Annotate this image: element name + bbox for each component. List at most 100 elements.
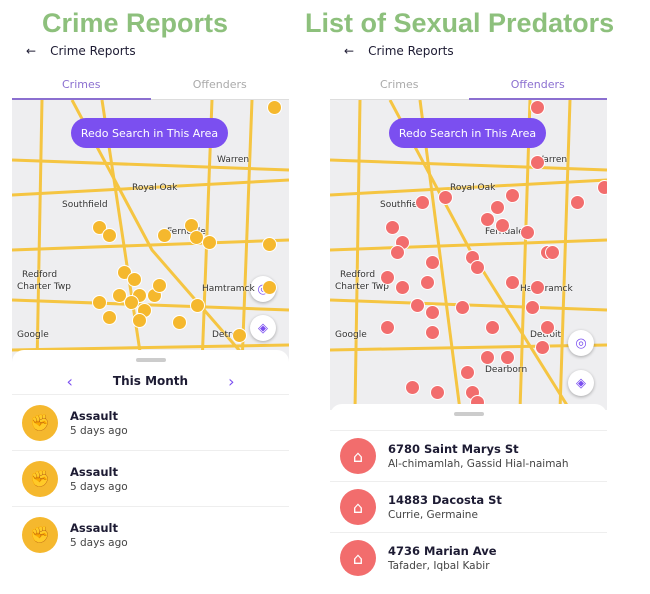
map-label: Google (17, 330, 49, 340)
offender-text: 14883 Dacosta St Currie, Germaine (388, 493, 502, 521)
offender-home-icon: ⌂ (340, 438, 376, 474)
map-marker[interactable] (485, 320, 500, 335)
map-marker[interactable] (455, 300, 470, 315)
map-marker[interactable] (525, 300, 540, 315)
map-marker[interactable] (480, 212, 495, 227)
caption-crime-reports: Crime Reports (42, 8, 229, 38)
map-marker[interactable] (405, 380, 420, 395)
assault-icon: ✊ (22, 404, 58, 441)
map-marker[interactable] (520, 225, 535, 240)
assault-icon: ✊ (22, 516, 58, 553)
back-arrow-icon[interactable]: ← (26, 44, 36, 58)
tab-crimes[interactable]: Crimes (12, 78, 151, 100)
map[interactable]: Redo Search in This Area ◎ ◈ WarrenRoyal… (12, 100, 289, 365)
map-marker[interactable] (102, 228, 117, 243)
map-marker[interactable] (530, 100, 545, 115)
map-marker[interactable] (102, 310, 117, 325)
offender-list-item[interactable]: ⌂ 14883 Dacosta St Currie, Germaine (330, 481, 607, 532)
sheet-handle[interactable] (135, 358, 166, 362)
offender-list-item[interactable]: ⌂ 4736 Marian Ave Tafader, Iqbal Kabir (330, 532, 607, 583)
crimes-screen: ← Crime Reports Crimes Offenders Redo Sear… (12, 38, 289, 594)
map-marker[interactable] (92, 295, 107, 310)
map-marker[interactable] (530, 280, 545, 295)
map-marker[interactable] (470, 260, 485, 275)
crime-time: 5 days ago (70, 424, 128, 437)
map-marker[interactable] (495, 218, 510, 233)
map-marker[interactable] (425, 255, 440, 270)
caption-sexual-predators: List of Sexual Predators (305, 8, 615, 38)
map-marker[interactable] (390, 245, 405, 260)
map-marker[interactable] (420, 275, 435, 290)
map-marker[interactable] (395, 280, 410, 295)
locate-icon[interactable]: ◎ (568, 330, 594, 356)
map-label: Warren (217, 155, 250, 165)
prev-month-chevron-icon[interactable]: ‹ (67, 372, 73, 391)
map-label: Hamtramck (202, 284, 255, 294)
map-marker[interactable] (385, 220, 400, 235)
redo-search-button[interactable]: Redo Search in This Area (71, 118, 228, 148)
tab-offenders[interactable]: Offenders (468, 78, 607, 100)
map-marker[interactable] (127, 272, 142, 287)
map-label: Royal Oak (450, 183, 496, 193)
map-label: Royal Oak (132, 183, 178, 193)
crime-time: 5 days ago (70, 536, 128, 549)
map-marker[interactable] (410, 298, 425, 313)
crime-time: 5 days ago (70, 480, 128, 493)
map-marker[interactable] (157, 228, 172, 243)
tab-crimes[interactable]: Crimes (330, 78, 469, 100)
map-marker[interactable] (460, 365, 475, 380)
offender-list-sheet: ⌂ 6780 Saint Marys St Al-chimamlah, Gassid… (330, 404, 607, 594)
map-marker[interactable] (172, 315, 187, 330)
crime-list-item[interactable]: ✊ Assault 5 days ago (12, 506, 289, 562)
map-marker[interactable] (190, 298, 205, 313)
map-label: Hamtramck (520, 284, 573, 294)
map-marker[interactable] (530, 155, 545, 170)
offender-address: 14883 Dacosta St (388, 493, 502, 507)
map-label: Southfield (62, 200, 108, 210)
tab-offenders[interactable]: Offenders (150, 78, 289, 100)
map-label: Charter Twp (335, 282, 389, 292)
road (353, 100, 362, 410)
map-marker[interactable] (570, 195, 585, 210)
map-marker[interactable] (535, 340, 550, 355)
map-marker[interactable] (202, 235, 217, 250)
next-month-chevron-icon[interactable]: › (228, 372, 234, 391)
offender-text: 6780 Saint Marys St Al-chimamlah, Gassid … (388, 442, 569, 470)
sheet-handle[interactable] (453, 412, 484, 416)
map[interactable]: Redo Search in This Area ◎ ◈ WarrenRoyal… (330, 100, 607, 410)
map-marker[interactable] (540, 320, 555, 335)
map-marker[interactable] (500, 350, 515, 365)
map-marker[interactable] (152, 278, 167, 293)
screen-title: Crime Reports (50, 44, 136, 58)
map-marker[interactable] (415, 195, 430, 210)
crime-text: Assault 5 days ago (70, 409, 128, 437)
map-marker[interactable] (380, 320, 395, 335)
map-marker[interactable] (430, 385, 445, 400)
offender-home-icon: ⌂ (340, 540, 376, 576)
back-arrow-icon[interactable]: ← (344, 44, 354, 58)
map-marker[interactable] (425, 305, 440, 320)
map-marker[interactable] (232, 328, 247, 343)
offender-list-item[interactable]: ⌂ 6780 Saint Marys St Al-chimamlah, Gassid… (330, 430, 607, 481)
map-marker[interactable] (132, 313, 147, 328)
crime-type: Assault (70, 464, 118, 479)
map-marker[interactable] (262, 280, 277, 295)
map-marker[interactable] (545, 245, 560, 260)
map-marker[interactable] (505, 275, 520, 290)
map-marker[interactable] (425, 325, 440, 340)
map-marker[interactable] (438, 190, 453, 205)
map-marker[interactable] (262, 237, 277, 252)
crime-list-item[interactable]: ✊ Assault 5 days ago (12, 394, 289, 450)
map-marker[interactable] (480, 350, 495, 365)
redo-search-button[interactable]: Redo Search in This Area (389, 118, 546, 148)
crime-list-item[interactable]: ✊ Assault 5 days ago (12, 450, 289, 506)
layers-icon[interactable]: ◈ (568, 370, 594, 396)
assault-icon: ✊ (22, 460, 58, 497)
map-marker[interactable] (505, 188, 520, 203)
map-marker[interactable] (267, 100, 282, 115)
crime-type: Assault (70, 408, 118, 423)
layers-icon[interactable]: ◈ (250, 315, 276, 341)
map-marker[interactable] (597, 180, 607, 195)
map-marker[interactable] (380, 270, 395, 285)
map-label: Dearborn (485, 365, 528, 375)
